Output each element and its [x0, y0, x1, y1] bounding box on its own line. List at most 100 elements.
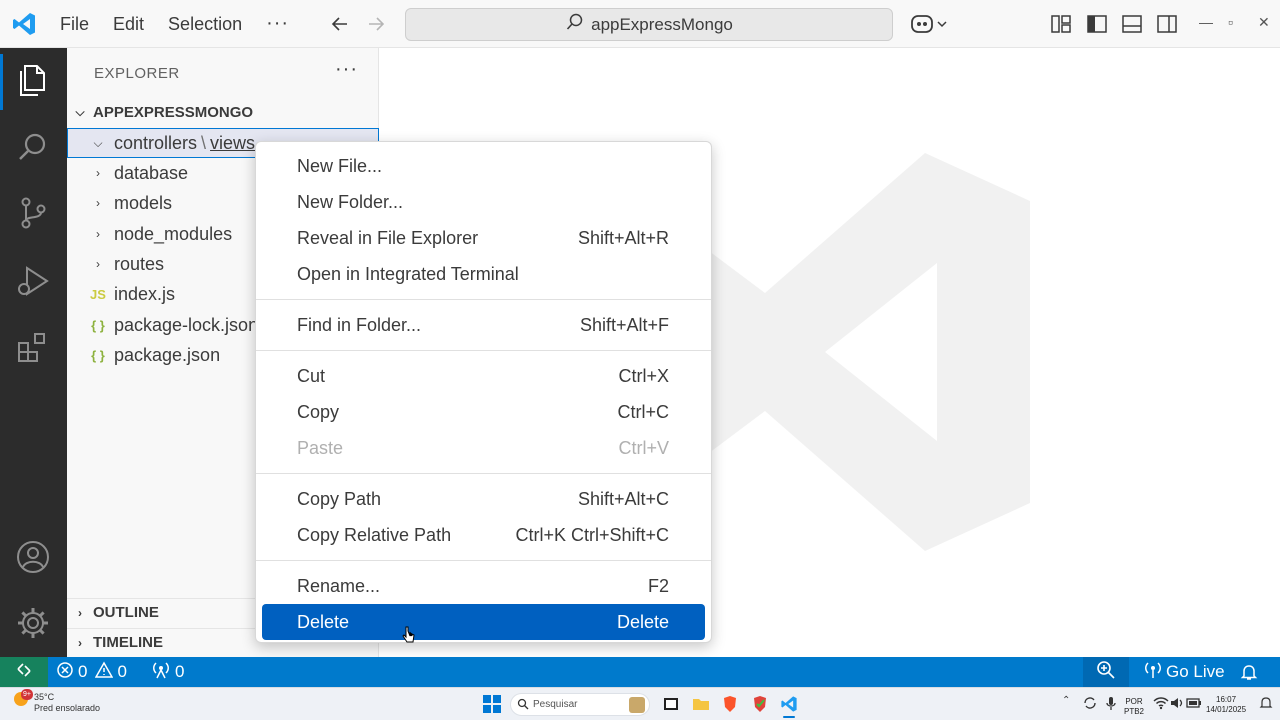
menu-item-find-in-folder[interactable]: Find in Folder... Shift+Alt+F	[262, 307, 705, 343]
menu-item-paste: Paste Ctrl+V	[297, 437, 669, 458]
remote-indicator[interactable]	[0, 657, 48, 687]
menu-item-open-in-terminal[interactable]: Open in Integrated Terminal	[262, 256, 705, 292]
brave-browser-icon[interactable]	[721, 695, 739, 713]
tree-item-label[interactable]: controllers \ views	[114, 133, 255, 154]
timeline-label: TIMELINE	[93, 634, 163, 651]
volume-icon[interactable]	[1169, 695, 1187, 713]
problems-indicator[interactable]: 0 0	[48, 660, 135, 684]
tray-chevron-up-icon[interactable]: ⌃	[1062, 695, 1080, 713]
ports-indicator[interactable]: 0	[143, 661, 192, 684]
microphone-icon[interactable]	[1103, 695, 1121, 713]
toggle-secondary-sidebar-icon[interactable]	[1155, 12, 1179, 36]
forward-arrow-icon[interactable]	[364, 12, 388, 36]
vscode-watermark-icon	[680, 153, 1030, 551]
menu-separator	[256, 350, 711, 351]
status-bar: 0 0 0 Go Live	[0, 657, 1280, 687]
customize-layout-icon[interactable]	[1049, 12, 1073, 36]
error-icon	[56, 661, 74, 684]
menu-item-copy[interactable]: Copy Ctrl+C	[262, 394, 705, 430]
chevron-right-icon: ›	[96, 227, 100, 241]
app-shield-icon[interactable]	[751, 695, 769, 713]
warning-icon	[95, 660, 114, 684]
clock[interactable]: 16:07 14/01/2025	[1206, 695, 1246, 715]
context-menu: New File... New Folder... Reveal in File…	[255, 141, 712, 643]
file-explorer-icon[interactable]	[692, 695, 710, 713]
os-taskbar: 9+ 35°C Pred ensolarado Pesquisar ⌃ POR …	[0, 687, 1280, 720]
copilot-icon[interactable]	[910, 12, 950, 36]
task-view-icon[interactable]	[662, 695, 680, 713]
menu-separator	[256, 560, 711, 561]
clock-time: 16:07	[1216, 695, 1237, 704]
menu-item-new-file[interactable]: New File...	[262, 148, 705, 184]
notification-center-icon[interactable]	[1258, 695, 1276, 713]
go-live-label: Go Live	[1166, 662, 1225, 681]
menu-more-button[interactable]: ···	[254, 12, 301, 35]
toggle-panel-icon[interactable]	[1120, 12, 1144, 36]
back-arrow-icon[interactable]	[328, 12, 352, 36]
menu-item-delete[interactable]: Delete Delete	[262, 604, 705, 640]
tree-item-label: index.js	[114, 283, 176, 304]
json-file-icon: { }	[91, 347, 105, 363]
run-debug-icon[interactable]	[14, 262, 52, 300]
command-center-search[interactable]: appExpressMongo	[405, 8, 893, 41]
weather-temp: 35°C	[34, 692, 55, 702]
menu-item-new-folder[interactable]: New Folder...	[262, 184, 705, 220]
workspace-root-label: APPEXPRESSMONGO	[93, 103, 254, 121]
tree-item-label: package-lock.json	[114, 314, 259, 335]
javascript-file-icon: JS	[90, 286, 106, 302]
search-highlight-icon	[629, 697, 645, 713]
menu-item-reveal-in-explorer[interactable]: Reveal in File Explorer Shift+Alt+R	[262, 220, 705, 256]
extensions-icon[interactable]	[14, 328, 52, 366]
explorer-icon[interactable]	[14, 60, 52, 98]
go-live-button[interactable]: Go Live	[1136, 661, 1233, 684]
menu-file[interactable]: File	[48, 0, 101, 48]
close-icon[interactable]: ✕	[1258, 14, 1270, 31]
active-app-indicator	[783, 716, 795, 718]
sync-icon[interactable]	[1082, 695, 1100, 713]
taskbar-search-input[interactable]: Pesquisar	[510, 693, 650, 716]
explorer-more-actions-button[interactable]: ···	[335, 58, 358, 81]
weather-widget[interactable]: 9+ 35°C Pred ensolarado	[14, 689, 101, 714]
weather-badge: 9+	[21, 689, 33, 700]
workspace-root-header[interactable]: ⌵ APPEXPRESSMONGO	[67, 98, 379, 126]
menu-separator	[256, 473, 711, 474]
command-center-label: appExpressMongo	[591, 14, 733, 34]
tree-item-label: node_modules	[114, 223, 233, 244]
zoom-button[interactable]	[1083, 657, 1129, 687]
search-icon	[517, 698, 529, 713]
tree-item-label: package.json	[114, 344, 221, 365]
windows-start-icon[interactable]	[483, 695, 501, 713]
restore-icon[interactable]: ▫	[1228, 14, 1233, 30]
warning-count: 0	[117, 662, 127, 681]
menu-edit[interactable]: Edit	[101, 0, 156, 48]
toggle-primary-sidebar-icon[interactable]	[1085, 12, 1109, 36]
vscode-taskbar-icon[interactable]	[780, 695, 798, 718]
language-indicator[interactable]: POR PTB2	[1124, 697, 1144, 717]
menu-item-copy-relative-path[interactable]: Copy Relative Path Ctrl+K Ctrl+Shift+C	[262, 517, 705, 553]
weather-desc: Pred ensolarado	[34, 703, 101, 713]
chevron-right-icon: ›	[78, 635, 82, 650]
menu-selection[interactable]: Selection	[156, 0, 254, 48]
activity-bar	[0, 48, 67, 657]
remote-icon	[15, 661, 33, 684]
menu-item-cut[interactable]: Cut Ctrl+X	[262, 358, 705, 394]
battery-icon[interactable]	[1186, 695, 1204, 713]
chevron-right-icon: ›	[96, 166, 100, 180]
chevron-down-icon: ⌵	[93, 135, 103, 150]
search-icon[interactable]	[14, 128, 52, 166]
search-icon	[565, 12, 585, 37]
minimize-icon[interactable]: —	[1199, 14, 1213, 30]
clock-date: 14/01/2025	[1206, 705, 1247, 714]
accounts-icon[interactable]	[14, 538, 52, 576]
outline-label: OUTLINE	[93, 604, 159, 621]
menu-item-copy-path[interactable]: Copy Path Shift+Alt+C	[262, 481, 705, 517]
menu-item-rename[interactable]: Rename... F2	[262, 568, 705, 604]
source-control-icon[interactable]	[14, 194, 52, 232]
json-file-icon: { }	[91, 317, 105, 333]
notifications-bell-icon[interactable]	[1232, 663, 1266, 681]
tree-item-label: models	[114, 192, 173, 213]
manage-gear-icon[interactable]	[14, 604, 52, 642]
tree-item-label: database	[114, 162, 189, 183]
vscode-logo-icon	[0, 0, 48, 48]
zoom-in-icon	[1096, 660, 1116, 685]
